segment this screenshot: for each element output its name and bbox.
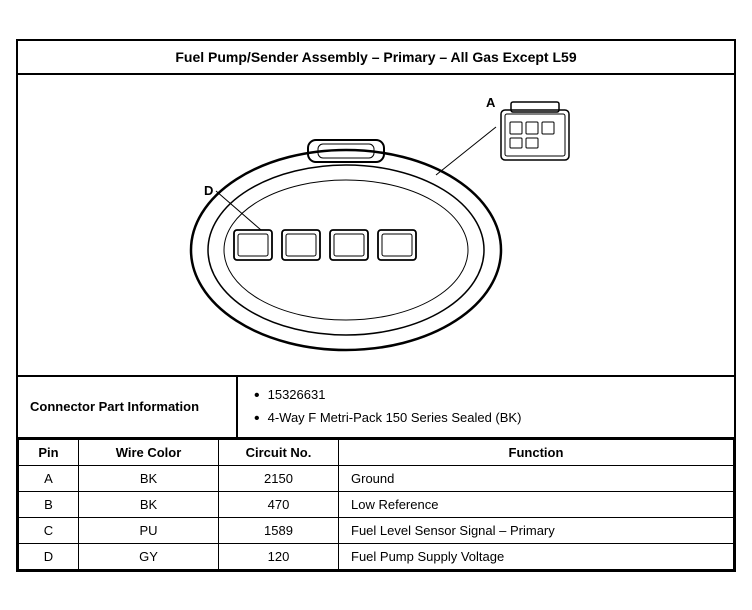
bullet-dot-2: • [254,411,260,427]
cell-pin: A [19,465,79,491]
header-function: Function [339,439,734,465]
pin-table: Pin Wire Color Circuit No. Function ABK2… [18,439,734,570]
bullet-dot-1: • [254,388,260,404]
table-row: ABK2150Ground [19,465,734,491]
bullet-item-2: • 4-Way F Metri-Pack 150 Series Sealed (… [254,410,718,427]
svg-text:A: A [486,95,496,110]
cell-pin: B [19,491,79,517]
connector-info-row: Connector Part Information • 15326631 • … [18,377,734,439]
header-wire-color: Wire Color [79,439,219,465]
cell-circuit-no: 1589 [219,517,339,543]
cell-function: Fuel Pump Supply Voltage [339,543,734,569]
table-header-row: Pin Wire Color Circuit No. Function [19,439,734,465]
cell-circuit-no: 120 [219,543,339,569]
svg-text:D: D [204,183,213,198]
cell-circuit-no: 2150 [219,465,339,491]
cell-wire-color: BK [79,465,219,491]
connector-diagram: A [146,85,606,365]
connector-info-label: Connector Part Information [18,377,238,437]
cell-pin: D [19,543,79,569]
cell-pin: C [19,517,79,543]
table-row: CPU1589Fuel Level Sensor Signal – Primar… [19,517,734,543]
cell-function: Low Reference [339,491,734,517]
cell-circuit-no: 470 [219,491,339,517]
cell-function: Fuel Level Sensor Signal – Primary [339,517,734,543]
header-pin: Pin [19,439,79,465]
bullet-item-1: • 15326631 [254,387,718,404]
header-circuit-no: Circuit No. [219,439,339,465]
connector-info-details: • 15326631 • 4-Way F Metri-Pack 150 Seri… [238,377,734,437]
cell-wire-color: BK [79,491,219,517]
cell-wire-color: PU [79,517,219,543]
table-row: BBK470Low Reference [19,491,734,517]
page-title: Fuel Pump/Sender Assembly – Primary – Al… [18,41,734,75]
diagram-section: A [18,75,734,377]
cell-wire-color: GY [79,543,219,569]
main-container: Fuel Pump/Sender Assembly – Primary – Al… [16,39,736,572]
cell-function: Ground [339,465,734,491]
table-row: DGY120Fuel Pump Supply Voltage [19,543,734,569]
